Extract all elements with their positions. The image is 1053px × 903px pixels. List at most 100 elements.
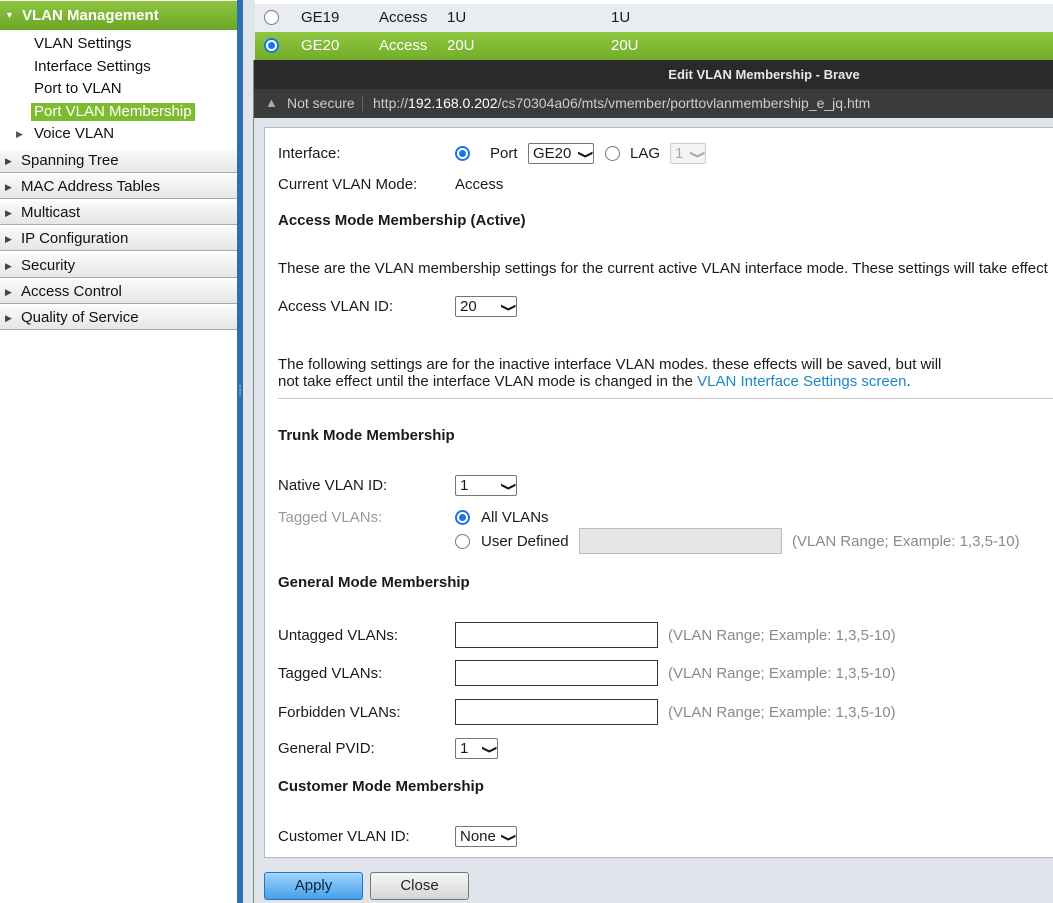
user-defined-label: User Defined [481, 533, 569, 550]
customer-vlan-label: Customer VLAN ID: [278, 828, 410, 845]
popup-titlebar[interactable]: Edit VLAN Membership - Brave [254, 60, 1053, 89]
sidebar-item-voice-vlan[interactable]: ▶ Voice VLAN [16, 125, 114, 143]
general-pvid-label: General PVID: [278, 740, 375, 757]
sidebar-section-security[interactable]: ▶ Security [0, 253, 237, 278]
chevron-down-icon: ❯ [500, 302, 516, 313]
cell-oper-vlans: 1U [611, 9, 631, 26]
inactive-description-line2: not take effect until the interface VLAN… [278, 373, 911, 390]
caret-right-icon: ▶ [5, 261, 12, 271]
range-hint: (VLAN Range; Example: 1,3,5-10) [668, 665, 896, 682]
interface-label: Interface: [278, 145, 341, 162]
native-vlan-label: Native VLAN ID: [278, 477, 388, 494]
chevron-down-icon: ❯ [577, 149, 593, 160]
caret-right-icon: ▶ [5, 182, 12, 192]
caret-right-icon: ▶ [16, 129, 23, 139]
sidebar-section-mac-address-tables[interactable]: ▶ MAC Address Tables [0, 174, 237, 199]
lag-select[interactable]: 1 ❯ [670, 143, 706, 164]
not-secure-label: Not secure [287, 95, 355, 111]
form-panel: Interface: Port GE20 ❯ LAG 1 ❯ Current VLA… [264, 127, 1053, 858]
sidebar-item-vlan-settings[interactable]: VLAN Settings [34, 35, 132, 53]
cell-oper-vlans: 20U [611, 37, 639, 54]
cell-port: GE20 [301, 37, 340, 54]
general-tagged-vlans-label: Tagged VLANs: [278, 665, 383, 682]
caret-right-icon: ▶ [5, 234, 12, 244]
url-prefix: http:// [373, 95, 409, 111]
untagged-vlans-input[interactable] [455, 622, 658, 648]
cell-admin-vlans: 1U [447, 9, 467, 26]
chevron-down-icon: ❯ [689, 149, 705, 160]
sidebar-section-label: IP Configuration [21, 230, 129, 247]
current-mode-value: Access [455, 176, 504, 193]
apply-button[interactable]: Apply [264, 872, 363, 900]
row-radio[interactable] [264, 10, 279, 25]
port-radio[interactable] [455, 146, 470, 161]
general-pvid-select[interactable]: 1 ❯ [455, 738, 498, 759]
forbidden-vlans-label: Forbidden VLANs: [278, 704, 401, 721]
untagged-vlans-label: Untagged VLANs: [278, 627, 399, 644]
sidebar-section-ip-configuration[interactable]: ▶ IP Configuration [0, 226, 237, 251]
range-hint: (VLAN Range; Example: 1,3,5-10) [668, 627, 896, 644]
url-path: /cs70304a06/mts/vmember/porttovlanmember… [497, 95, 871, 111]
all-vlans-label: All VLANs [481, 509, 549, 526]
user-defined-radio[interactable] [455, 534, 470, 549]
sidebar-section-label: Quality of Service [21, 309, 139, 326]
lag-radio[interactable] [605, 146, 620, 161]
chevron-down-icon: ❯ [500, 481, 516, 492]
popup-title: Edit VLAN Membership - Brave [668, 67, 860, 82]
inactive-description-line1: The following settings are for the inact… [278, 356, 942, 373]
row-radio[interactable] [264, 38, 279, 53]
cell-admin-vlans: 20U [447, 37, 475, 54]
general-tagged-vlans-input[interactable] [455, 660, 658, 686]
access-vlan-select[interactable]: 20 ❯ [455, 296, 517, 317]
table-row-selected[interactable]: GE20 Access 20U 20U [255, 32, 1053, 60]
caret-right-icon: ▶ [5, 156, 12, 166]
access-mode-heading: Access Mode Membership (Active) [278, 212, 526, 229]
url-bar[interactable]: ▲ Not secure http://192.168.0.202/cs7030… [254, 89, 1053, 118]
trunk-mode-heading: Trunk Mode Membership [278, 427, 455, 444]
general-pvid-value: 1 [460, 740, 469, 757]
port-select[interactable]: GE20 ❯ [528, 143, 594, 164]
close-button[interactable]: Close [370, 872, 469, 900]
lag-label: LAG [630, 145, 661, 162]
url-divider [362, 96, 363, 111]
general-mode-heading: General Mode Membership [278, 574, 470, 591]
inactive-description-period: . [906, 373, 911, 390]
inactive-description-text: not take effect until the interface VLAN… [278, 373, 693, 390]
sidebar-item-port-to-vlan[interactable]: Port to VLAN [34, 80, 122, 98]
sidebar-section-vlan-management[interactable]: ▼ VLAN Management [0, 1, 237, 30]
popup-window: Edit VLAN Membership - Brave ▲ Not secur… [253, 60, 1053, 903]
caret-right-icon: ▶ [5, 313, 12, 323]
caret-down-icon: ▼ [5, 10, 14, 20]
sidebar-section-access-control[interactable]: ▶ Access Control [0, 279, 237, 304]
url-text[interactable]: http://192.168.0.202/cs70304a06/mts/vmem… [373, 89, 870, 117]
chevron-down-icon: ❯ [500, 832, 516, 843]
cell-port: GE19 [301, 9, 340, 26]
sidebar-section-spanning-tree[interactable]: ▶ Spanning Tree [0, 148, 237, 173]
tagged-vlans-label: Tagged VLANs: [278, 509, 383, 526]
range-hint: (VLAN Range; Example: 1,3,5-10) [668, 704, 896, 721]
sidebar-section-multicast[interactable]: ▶ Multicast [0, 200, 237, 225]
port-select-value: GE20 [533, 145, 572, 162]
native-vlan-value: 1 [460, 477, 469, 494]
sidebar-section-label: Security [21, 257, 76, 274]
vlan-interface-settings-link[interactable]: VLAN Interface Settings screen [697, 373, 906, 390]
native-vlan-select[interactable]: 1 ❯ [455, 475, 517, 496]
sidebar-item-interface-settings[interactable]: Interface Settings [34, 58, 151, 76]
table-row[interactable]: GE19 Access 1U 1U [255, 4, 1053, 32]
access-vlan-value: 20 [460, 298, 477, 315]
sidebar-section-label: Access Control [21, 283, 122, 300]
sidebar-section-label: MAC Address Tables [21, 178, 160, 195]
caret-right-icon: ▶ [5, 208, 12, 218]
chevron-down-icon: ❯ [481, 744, 497, 755]
cell-mode: Access [379, 37, 428, 54]
forbidden-vlans-input[interactable] [455, 699, 658, 725]
lag-select-value: 1 [675, 145, 684, 162]
caret-right-icon: ▶ [5, 287, 12, 297]
sidebar-section-quality-of-service[interactable]: ▶ Quality of Service [0, 305, 237, 330]
user-defined-input[interactable] [579, 528, 782, 554]
all-vlans-radio[interactable] [455, 510, 470, 525]
customer-vlan-select[interactable]: None ❯ [455, 826, 517, 847]
access-vlan-label: Access VLAN ID: [278, 298, 394, 315]
sidebar-nav: ▼ VLAN Management VLAN Settings Interfac… [0, 0, 237, 903]
sidebar-item-port-vlan-membership[interactable]: Port VLAN Membership [31, 103, 195, 121]
